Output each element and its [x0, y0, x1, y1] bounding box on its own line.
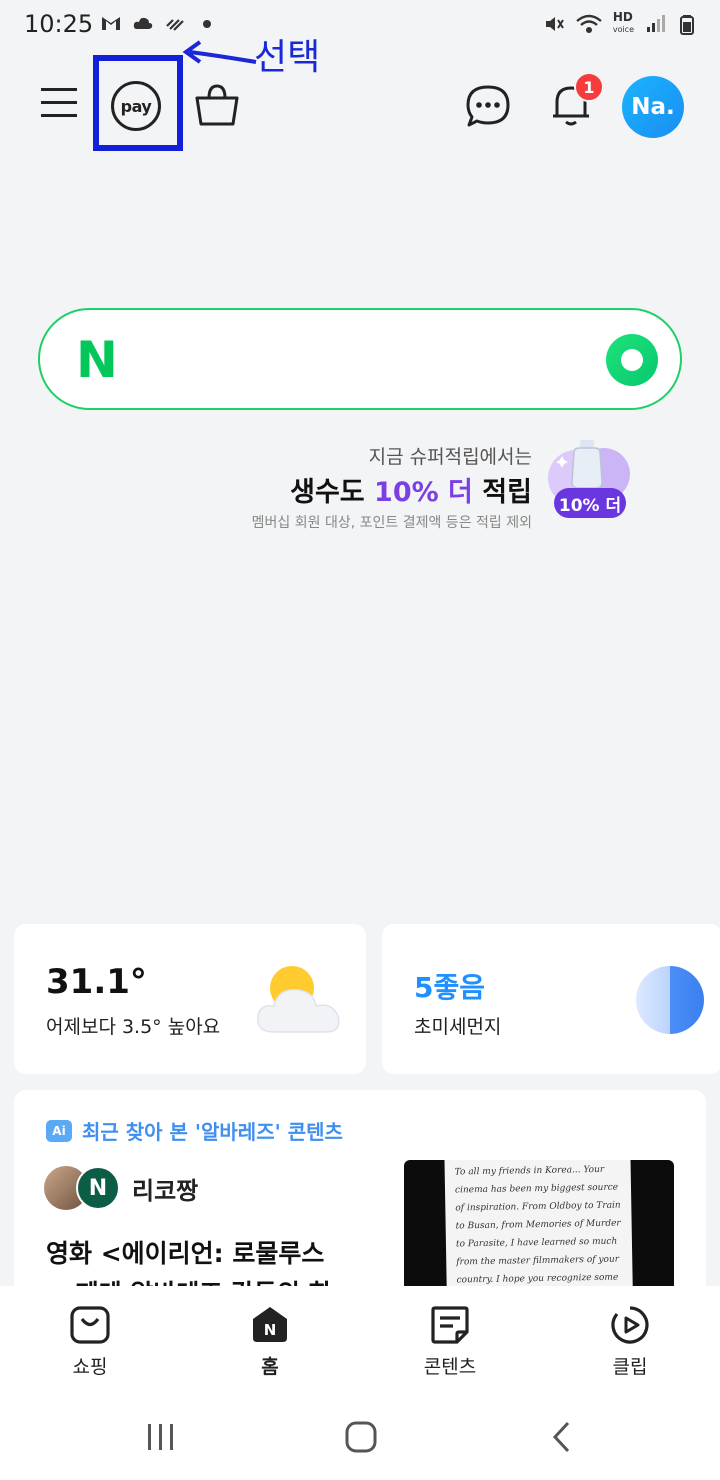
nav-contents[interactable]: 콘텐츠 [390, 1304, 510, 1379]
promo-banner[interactable]: 지금 슈퍼적립에서는 생수도 10% 더 적립 멤버십 회원 대상, 포인트 결… [240, 438, 640, 538]
shopping-bag-icon [195, 84, 239, 126]
weather-card[interactable]: 31.1° 어제보다 3.5° 높아요 [14, 924, 366, 1074]
promo-badge: 10% 더 [554, 488, 626, 518]
annotation-box [93, 55, 183, 151]
clip-icon [611, 1306, 649, 1344]
shopping-icon [70, 1306, 110, 1344]
promo-title: 생수도 10% 더 적립 [290, 477, 532, 508]
signal-bars-icon [647, 14, 665, 32]
temperature: 31.1° [46, 962, 147, 1002]
search-input[interactable] [150, 336, 590, 384]
author[interactable]: N 리코짱 [44, 1166, 198, 1210]
nav-clip-label: 클립 [612, 1356, 648, 1378]
fine-dust-gauge-icon [636, 966, 704, 1034]
home-icon: N [253, 1307, 287, 1342]
hd-voice-icon: HD voice [612, 10, 634, 34]
recents-icon[interactable] [144, 1422, 178, 1452]
system-nav-bar [0, 1394, 720, 1480]
nav-home[interactable]: N 홈 [210, 1304, 330, 1379]
nav-shopping[interactable]: 쇼핑 [30, 1304, 150, 1379]
promo-subtitle: 지금 슈퍼적립에서는 [368, 446, 532, 468]
promo-note: 멤버십 회원 대상, 포인트 결제액 등은 적립 제외 [251, 515, 532, 531]
annotation-text: 선택 [254, 37, 321, 78]
temperature-comparison: 어제보다 3.5° 높아요 [46, 1016, 221, 1038]
chat-bubble-icon [466, 85, 510, 127]
status-time: 10:25 [24, 10, 94, 38]
mute-icon [545, 16, 564, 31]
lens-icon [621, 349, 643, 371]
fine-dust-value: 5좋음 [414, 971, 486, 1004]
hamburger-icon [41, 88, 77, 117]
nav-shopping-label: 쇼핑 [72, 1356, 108, 1378]
svg-text:N: N [264, 1321, 277, 1339]
cloud-icon [133, 17, 153, 29]
signal-activity-icon [166, 19, 184, 31]
lens-button[interactable] [606, 334, 658, 386]
talk-button[interactable] [462, 80, 514, 132]
fine-dust-card[interactable]: 5좋음 초미세먼지 [382, 924, 720, 1074]
notification-badge: 1 [574, 72, 604, 102]
gmail-icon [102, 17, 120, 30]
author-name: 리코짱 [132, 1176, 199, 1205]
dot-icon [203, 20, 211, 28]
battery-icon [680, 14, 694, 35]
wifi-icon [576, 14, 602, 33]
nav-contents-label: 콘텐츠 [423, 1356, 477, 1378]
status-right-icons: HD voice [543, 10, 698, 35]
fine-dust-label: 초미세먼지 [414, 1016, 502, 1038]
partly-cloudy-icon [257, 966, 340, 1033]
search-bar[interactable]: N [38, 308, 682, 410]
ai-icon: Ai [46, 1119, 72, 1142]
recent-content-card[interactable]: Ai 최근 찾아 본 '알바레즈' 콘텐츠 N 리코짱 영화 <에이리언: 로물… [14, 1090, 706, 1310]
recent-content-header: Ai 최근 찾아 본 '알바레즈' 콘텐츠 [46, 1116, 343, 1145]
naver-logo: N [76, 331, 118, 389]
nav-clip[interactable]: 클립 [570, 1304, 690, 1379]
status-left-icons [100, 12, 218, 34]
status-bar: 10:25 HD voice [0, 0, 720, 52]
back-icon[interactable] [550, 1420, 574, 1454]
annotation-arrow-icon [182, 40, 257, 64]
shopping-bag-button[interactable] [190, 78, 244, 132]
menu-button[interactable] [36, 80, 82, 126]
avatar[interactable]: Na. [622, 76, 684, 138]
bottom-nav: 쇼핑 N 홈 콘텐츠 클립 [0, 1286, 720, 1394]
recent-content-title: 최근 찾아 본 '알바레즈' 콘텐츠 [82, 1120, 343, 1144]
home-icon[interactable] [344, 1420, 378, 1454]
nav-home-label: 홈 [261, 1356, 279, 1378]
contents-icon [431, 1306, 469, 1344]
author-channel-logo: N [76, 1166, 120, 1210]
